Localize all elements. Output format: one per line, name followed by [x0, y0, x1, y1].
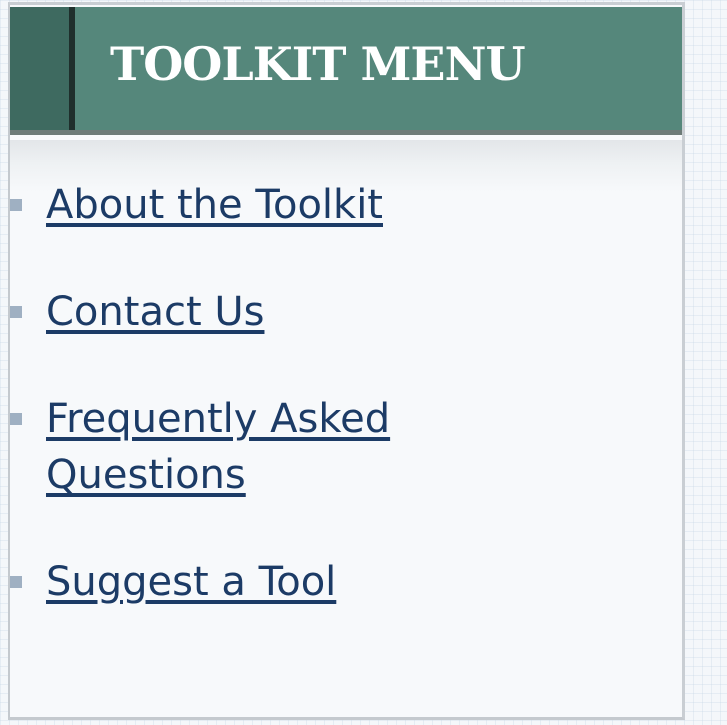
menu-list: About the Toolkit Contact Us Frequently …	[10, 177, 670, 661]
menu-title: TOOLKIT MENU	[110, 37, 526, 91]
contact-us-link[interactable]: Contact Us	[46, 284, 264, 340]
about-toolkit-link[interactable]: About the Toolkit	[46, 177, 383, 233]
faq-link[interactable]: Frequently Asked Questions	[46, 391, 516, 503]
square-bullet-icon	[10, 576, 22, 588]
square-bullet-icon	[10, 413, 22, 425]
menu-item-suggest: Suggest a Tool	[10, 554, 670, 610]
menu-item-contact: Contact Us	[10, 284, 670, 340]
header-accent-block	[10, 7, 69, 130]
header-divider	[69, 7, 75, 130]
menu-item-faq: Frequently Asked Questions	[10, 391, 670, 503]
menu-item-about: About the Toolkit	[10, 177, 670, 233]
square-bullet-icon	[10, 199, 22, 211]
toolkit-menu-panel: TOOLKIT MENU About the Toolkit Contact U…	[8, 2, 685, 720]
menu-header: TOOLKIT MENU	[10, 7, 682, 135]
square-bullet-icon	[10, 306, 22, 318]
suggest-tool-link[interactable]: Suggest a Tool	[46, 554, 336, 610]
